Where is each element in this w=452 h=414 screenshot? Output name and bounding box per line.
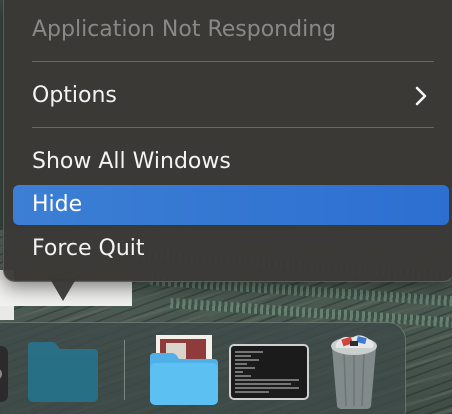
menu-item-application-not-responding: Application Not Responding [13,10,449,50]
menu-separator [32,127,434,128]
folder-with-image-icon[interactable] [148,333,220,407]
menu-pointer [50,279,76,301]
menu-item-options[interactable]: Options [13,76,449,116]
dock-divider [124,340,125,400]
menu-item-label: Show All Windows [32,149,231,174]
trash-full-icon[interactable] [324,332,384,410]
chevron-right-icon [415,86,427,106]
menu-item-label: Hide [32,192,83,217]
folder-icon[interactable] [24,338,102,406]
screen: Application Not Responding Options Show … [0,0,452,414]
menu-item-label: Force Quit [32,236,145,261]
menu-item-force-quit[interactable]: Force Quit [13,229,449,269]
context-menu: Application Not Responding Options Show … [3,0,452,282]
app-icon-partial[interactable] [0,338,12,408]
menu-separator [32,61,434,62]
menu-item-hide[interactable]: Hide [13,185,449,225]
terminal-icon[interactable] [229,344,309,400]
menu-item-show-all-windows[interactable]: Show All Windows [13,142,449,182]
menu-item-label: Options [32,83,117,108]
menu-item-label: Application Not Responding [32,17,337,42]
